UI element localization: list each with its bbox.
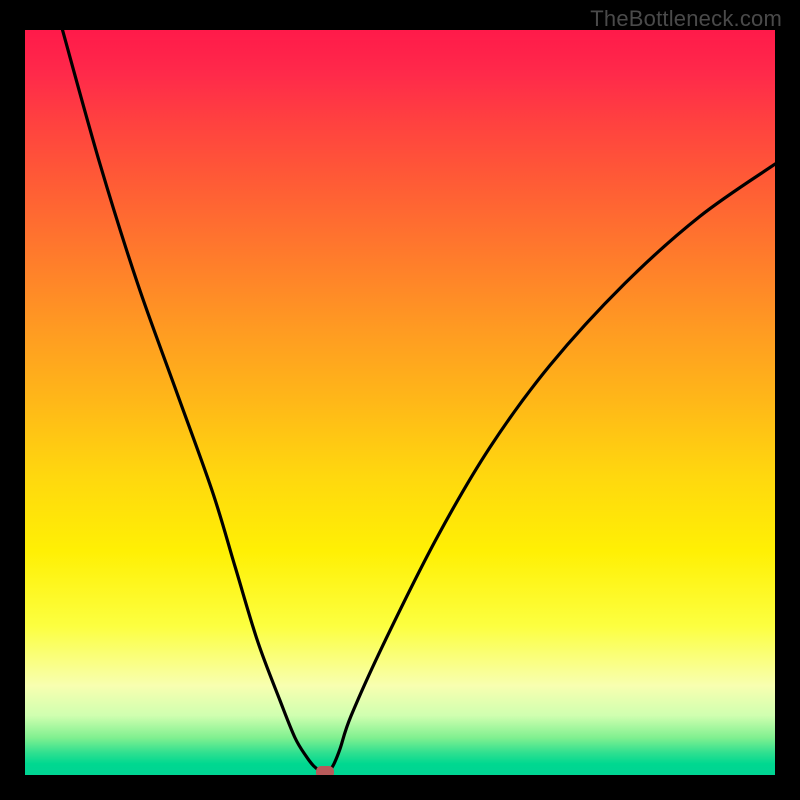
bottleneck-curve [63,30,776,773]
watermark-text: TheBottleneck.com [590,6,782,32]
optimal-marker [316,766,334,775]
chart-svg [25,30,775,775]
plot-area [25,30,775,775]
